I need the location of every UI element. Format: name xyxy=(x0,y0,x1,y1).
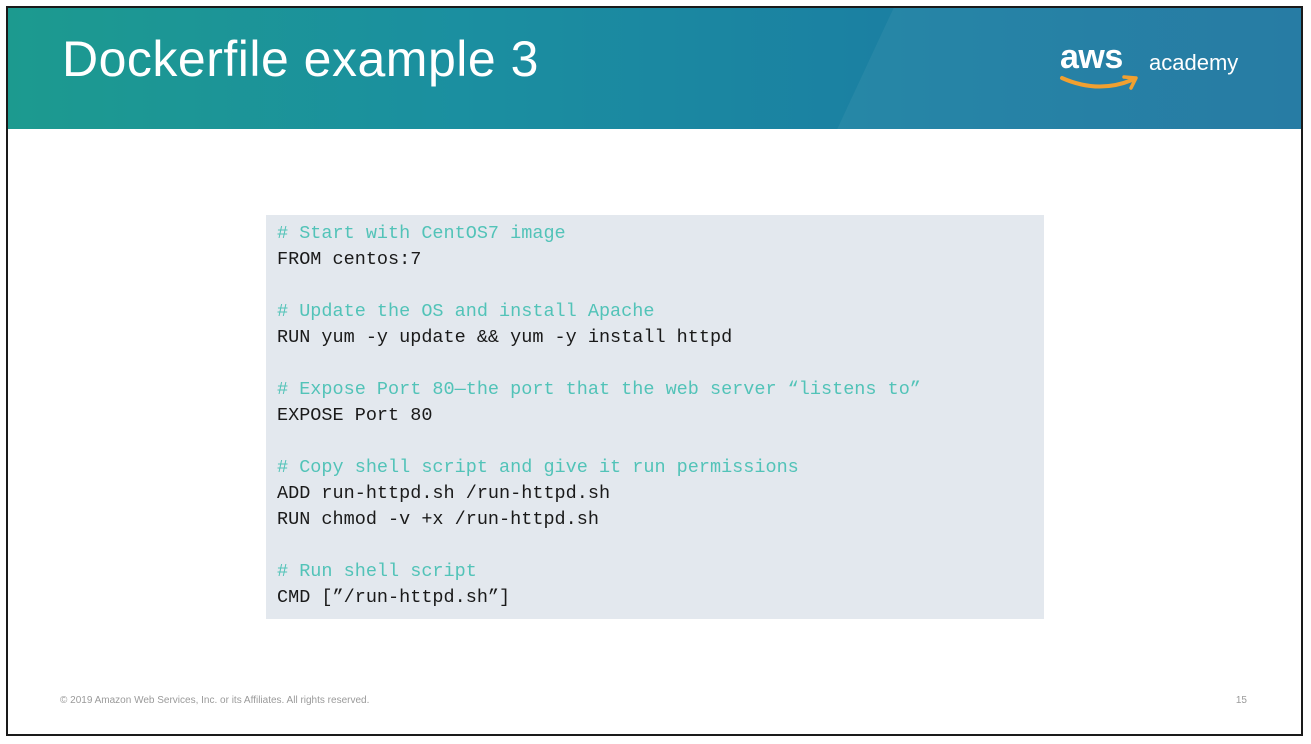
code-comment-line: # Start with CentOS7 image xyxy=(277,223,566,244)
code-comment-line: # Copy shell script and give it run perm… xyxy=(277,457,799,478)
logo-academy-text: academy xyxy=(1149,50,1239,75)
logo-aws-text: aws xyxy=(1060,38,1123,76)
slide-title: Dockerfile example 3 xyxy=(62,31,539,87)
footer-copyright: © 2019 Amazon Web Services, Inc. or its … xyxy=(60,695,370,706)
code-command-line: EXPOSE Port 80 xyxy=(277,405,433,426)
page-number: 15 xyxy=(1235,695,1247,706)
code-comment-line: # Update the OS and install Apache xyxy=(277,301,655,322)
code-command-line: RUN chmod -v +x /run-httpd.sh xyxy=(277,509,599,530)
aws-smile-arrow-icon xyxy=(1060,75,1138,90)
code-command-line: RUN yum -y update && yum -y install http… xyxy=(277,327,733,348)
code-command-line: FROM centos:7 xyxy=(277,249,422,270)
slide: Dockerfile example 3 aws academy # Start… xyxy=(6,6,1303,736)
code-comment-line: # Run shell script xyxy=(277,561,477,582)
header-bar: Dockerfile example 3 aws academy xyxy=(8,8,1301,129)
code-command-line: CMD [”/run-httpd.sh”] xyxy=(277,587,511,608)
code-comment-line: # Expose Port 80—the port that the web s… xyxy=(277,379,921,400)
aws-academy-logo: aws academy xyxy=(1058,38,1258,100)
code-command-line: ADD run-httpd.sh /run-httpd.sh xyxy=(277,483,611,504)
code-block: # Start with CentOS7 image FROM centos:7 #… xyxy=(266,215,1044,619)
